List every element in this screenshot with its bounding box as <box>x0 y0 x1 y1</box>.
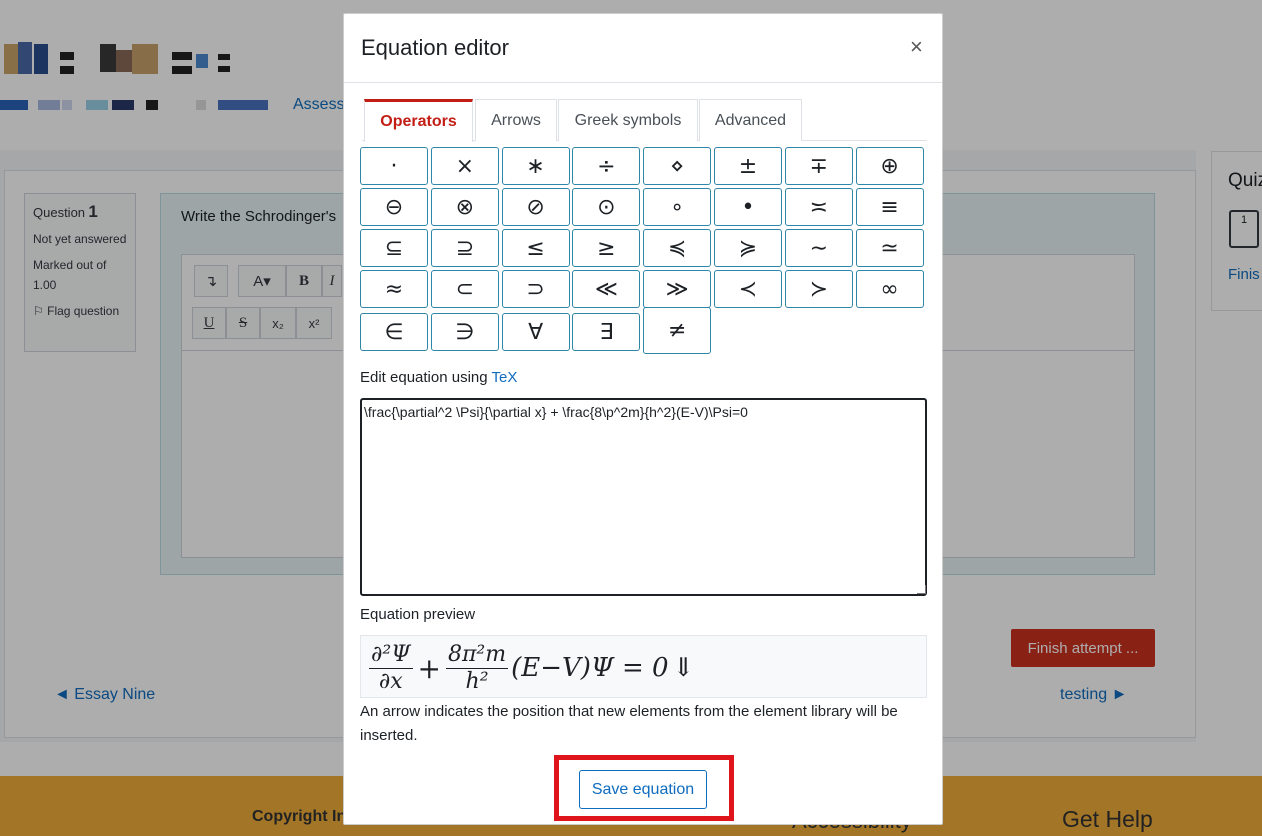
symbol-button-times[interactable]: × <box>430 147 499 185</box>
symbol-tabs: Operators Arrows Greek symbols Advanced <box>362 99 927 142</box>
symbol-button-div[interactable]: ÷ <box>572 147 641 185</box>
equation-preview: ∂²Ψ ∂x + 8π²m h² (E−V)Ψ = 0 ⇓ <box>360 635 927 698</box>
preview-rest: (E−V)Ψ = 0 <box>511 653 669 683</box>
insertion-cursor-icon: ⇓ <box>672 653 695 683</box>
preview-frac2-denominator: h² <box>465 668 489 694</box>
symbol-button-gg[interactable]: ≫ <box>643 270 712 308</box>
symbol-button-mp[interactable]: ∓ <box>784 147 853 185</box>
symbol-button-ni[interactable]: ∋ <box>430 313 499 351</box>
modal-title: Equation editor <box>361 35 509 60</box>
symbol-button-pm[interactable]: ± <box>714 147 782 185</box>
preview-fraction-2: 8π²m h² <box>445 641 509 695</box>
preview-plus: + <box>417 651 441 685</box>
symbol-button-subseteq[interactable]: ⊆ <box>360 229 428 267</box>
symbol-button-ominus[interactable]: ⊖ <box>360 188 428 226</box>
equation-editor-dialog: Equation editor × Operators Arrows Greek… <box>343 13 943 825</box>
symbol-button-sim[interactable]: ∼ <box>784 229 853 267</box>
symbol-button-infty[interactable]: ∞ <box>855 270 924 308</box>
edit-equation-label: Edit equation using TeX <box>360 369 517 386</box>
symbol-button-cdot[interactable]: · <box>360 147 428 185</box>
symbol-button-exists[interactable]: ∃ <box>572 313 641 351</box>
tab-greek-symbols[interactable]: Greek symbols <box>558 99 698 141</box>
symbol-button-preceq[interactable]: ≼ <box>643 229 712 267</box>
tab-arrows[interactable]: Arrows <box>475 99 557 141</box>
symbol-button-asymp[interactable]: ≍ <box>784 188 853 226</box>
symbol-button-supset[interactable]: ⊃ <box>501 270 570 308</box>
edit-equation-text: Edit equation using <box>360 369 492 386</box>
preview-frac1-numerator: ∂²Ψ <box>369 641 413 669</box>
preview-fraction-1: ∂²Ψ ∂x <box>369 642 413 695</box>
close-icon[interactable]: × <box>910 35 923 59</box>
symbol-button-simeq[interactable]: ≃ <box>855 229 924 267</box>
symbol-button-otimes[interactable]: ⊗ <box>430 188 499 226</box>
modal-header: Equation editor × <box>344 14 942 83</box>
tab-operators[interactable]: Operators <box>364 99 473 142</box>
symbol-button-geq[interactable]: ≥ <box>572 229 641 267</box>
tex-help-link[interactable]: TeX <box>492 369 518 386</box>
symbol-button-equiv[interactable]: ≡ <box>855 188 924 226</box>
symbol-button-circ[interactable]: ∘ <box>643 188 712 226</box>
preview-frac2-numerator: 8π²m <box>445 641 509 669</box>
symbol-button-forall[interactable]: ∀ <box>501 313 570 351</box>
symbol-button-neq[interactable]: ≠ <box>643 307 712 354</box>
equation-preview-math: ∂²Ψ ∂x + 8π²m h² (E−V)Ψ = 0 ⇓ <box>366 638 694 698</box>
symbol-button-succ[interactable]: ≻ <box>784 270 853 308</box>
symbol-button-in[interactable]: ∈ <box>360 313 428 351</box>
symbol-button-ll[interactable]: ≪ <box>572 270 641 308</box>
symbol-button-diamond[interactable]: ⋄ <box>643 147 712 185</box>
symbol-button-oslash[interactable]: ⊘ <box>501 188 570 226</box>
resize-handle-icon[interactable] <box>917 585 926 594</box>
symbol-button-leq[interactable]: ≤ <box>501 229 570 267</box>
symbol-button-prec[interactable]: ≺ <box>714 270 782 308</box>
tab-advanced[interactable]: Advanced <box>699 99 802 141</box>
symbol-button-succeq[interactable]: ≽ <box>714 229 782 267</box>
symbol-button-bullet[interactable]: • <box>714 188 782 226</box>
equation-preview-label: Equation preview <box>360 606 476 623</box>
symbol-button-subset[interactable]: ⊂ <box>430 270 499 308</box>
highlight-annotation-box <box>554 755 734 821</box>
symbol-button-approx[interactable]: ≈ <box>360 270 428 308</box>
symbol-button-supseteq[interactable]: ⊇ <box>430 229 499 267</box>
tex-equation-textarea[interactable]: \frac{\partial^2 \Psi}{\partial x} + \fr… <box>360 398 927 596</box>
symbol-button-ast[interactable]: ∗ <box>501 147 570 185</box>
symbol-button-oplus[interactable]: ⊕ <box>855 147 924 185</box>
symbol-button-odot[interactable]: ⊙ <box>572 188 641 226</box>
preview-frac1-denominator: ∂x <box>378 668 403 694</box>
insertion-note: An arrow indicates the position that new… <box>360 703 898 744</box>
operator-symbol-grid: · × ∗ ÷ ⋄ ± ∓ ⊕ ⊖ ⊗ ⊘ ⊙ ∘ • ≍ ≡ ⊆ ⊇ ≤ ≥ ≼ ≽ ∼ ≃ ≈ ⊂ ⊃ ≪ ≫ ≺ ≻ ∞ ∈ ∋ ∀ ∃ ≠ <box>360 147 927 361</box>
